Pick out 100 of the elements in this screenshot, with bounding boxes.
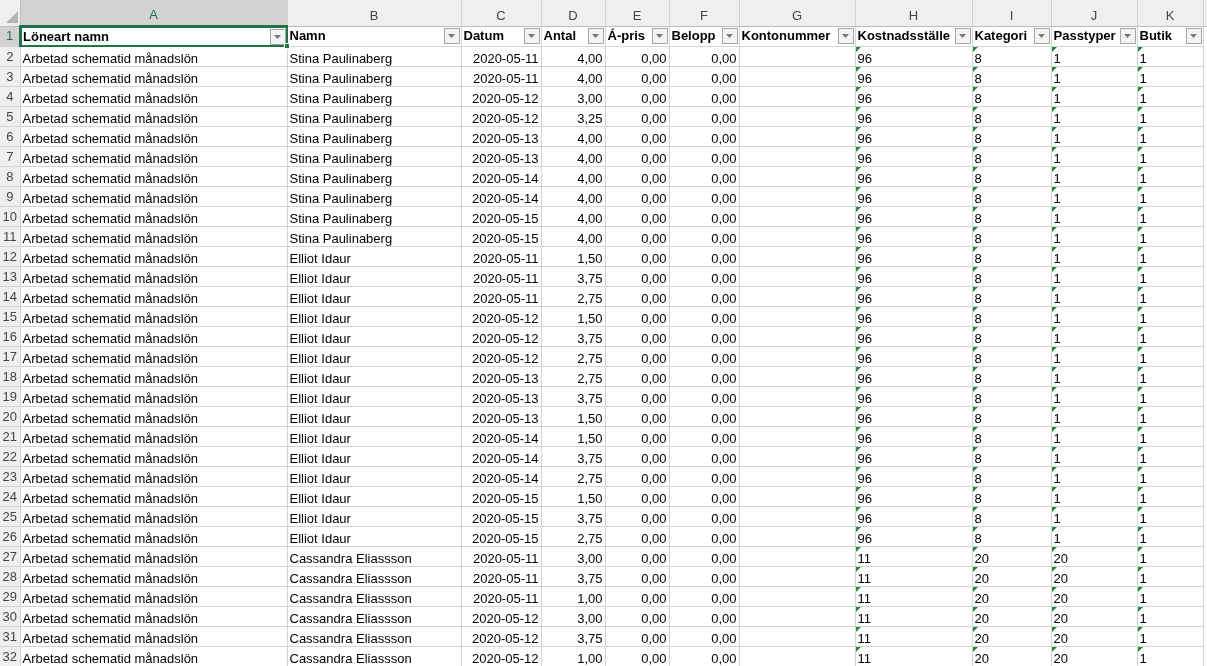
error-indicator-icon: [1137, 247, 1143, 252]
error-indicator-icon: [1051, 227, 1057, 232]
error-indicator-icon: [972, 147, 978, 152]
row-number[interactable]: 13: [0, 266, 20, 287]
row-number[interactable]: 11: [0, 226, 20, 247]
error-indicator-icon: [1051, 487, 1057, 492]
table-cell: 0,00: [711, 252, 737, 266]
column-letter[interactable]: A: [20, 0, 287, 26]
error-indicator-icon: [1137, 147, 1143, 152]
row-number[interactable]: 12: [0, 246, 20, 267]
row-number[interactable]: 16: [0, 326, 20, 347]
row-number[interactable]: 6: [0, 126, 20, 147]
table-cell: Arbetad schematid månadslön: [22, 432, 199, 446]
column-letter[interactable]: E: [605, 0, 669, 26]
row-number[interactable]: 2: [0, 46, 20, 67]
row-number[interactable]: 29: [0, 586, 20, 607]
filter-dropdown-button[interactable]: [443, 28, 460, 45]
column-letter[interactable]: D: [541, 0, 605, 26]
row-number[interactable]: 3: [0, 66, 20, 87]
table-cell: 96: [857, 432, 872, 446]
filter-dropdown-button[interactable]: [1119, 28, 1136, 45]
row-number[interactable]: 28: [0, 566, 20, 587]
filter-dropdown-button[interactable]: [587, 28, 604, 45]
table-cell: 1: [1139, 512, 1147, 526]
table-cell: Arbetad schematid månadslön: [22, 212, 199, 226]
error-indicator-icon: [1051, 327, 1057, 332]
error-indicator-icon: [1137, 107, 1143, 112]
filter-dropdown-button[interactable]: [1033, 28, 1050, 45]
row-number[interactable]: 24: [0, 486, 20, 507]
filter-dropdown-button[interactable]: [837, 28, 854, 45]
column-letter[interactable]: C: [461, 0, 541, 26]
table-cell: 96: [857, 352, 872, 366]
row-number[interactable]: 26: [0, 526, 20, 547]
row-number[interactable]: 20: [0, 406, 20, 427]
error-indicator-icon: [1051, 467, 1057, 472]
row-number[interactable]: 19: [0, 386, 20, 407]
column-letter[interactable]: F: [669, 0, 739, 26]
row-number[interactable]: 14: [0, 286, 20, 307]
table-cell: 96: [857, 452, 872, 466]
filter-dropdown-button[interactable]: [269, 28, 286, 45]
row-number[interactable]: 9: [0, 186, 20, 207]
filter-dropdown-button[interactable]: [1185, 28, 1202, 45]
column-header: Á-pris: [607, 28, 646, 45]
table-cell: 1: [1139, 572, 1147, 586]
row-number[interactable]: 18: [0, 366, 20, 387]
table-cell: 1: [1139, 52, 1147, 66]
filter-dropdown-button[interactable]: [523, 28, 540, 45]
row-number[interactable]: 31: [0, 626, 20, 647]
column-letter[interactable]: K: [1137, 0, 1203, 26]
column-letter[interactable]: G: [739, 0, 855, 26]
row-number[interactable]: 8: [0, 166, 20, 187]
row-number[interactable]: 10: [0, 206, 20, 227]
row-number[interactable]: 4: [0, 86, 20, 107]
table-cell: 2020-05-14: [472, 452, 539, 466]
row-number[interactable]: 21: [0, 426, 20, 447]
row-number[interactable]: 23: [0, 466, 20, 487]
row-number[interactable]: 5: [0, 106, 20, 127]
table-cell: 1: [1053, 72, 1061, 86]
filter-dropdown-button[interactable]: [954, 28, 971, 45]
table-cell: 0,00: [641, 272, 667, 286]
table-cell: Cassandra Eliassson: [289, 632, 412, 646]
table-cell: 3,75: [577, 632, 603, 646]
column-letter[interactable]: I: [972, 0, 1051, 26]
table-cell: 96: [857, 132, 872, 146]
row-number[interactable]: 27: [0, 546, 20, 567]
error-indicator-icon: [972, 107, 978, 112]
error-indicator-icon: [1051, 527, 1057, 532]
table-cell: 2020-05-13: [472, 152, 539, 166]
table-cell: 96: [857, 312, 872, 326]
table-cell: 2020-05-14: [472, 472, 539, 486]
column-letter[interactable]: J: [1051, 0, 1137, 26]
table-cell: Arbetad schematid månadslön: [22, 272, 199, 286]
table-cell: 1: [1053, 192, 1061, 206]
error-indicator-icon: [855, 447, 861, 452]
error-indicator-icon: [1137, 187, 1143, 192]
error-indicator-icon: [972, 127, 978, 132]
table-cell: 2020-05-12: [472, 652, 539, 666]
row-number[interactable]: 25: [0, 506, 20, 527]
table-cell: 2020-05-11: [472, 52, 539, 66]
row-number[interactable]: 7: [0, 146, 20, 167]
table-cell: 3,75: [577, 392, 603, 406]
table-cell: 0,00: [711, 632, 737, 646]
filter-dropdown-button[interactable]: [721, 28, 738, 45]
row-number[interactable]: 22: [0, 446, 20, 467]
row-number[interactable]: 32: [0, 646, 20, 666]
filter-dropdown-button[interactable]: [651, 28, 668, 45]
table-cell: 8: [974, 352, 982, 366]
table-cell: 2020-05-11: [472, 552, 539, 566]
table-cell: 2020-05-12: [472, 332, 539, 346]
row-number[interactable]: 17: [0, 346, 20, 367]
error-indicator-icon: [972, 87, 978, 92]
table-cell: 0,00: [641, 92, 667, 106]
table-cell: 1: [1139, 452, 1147, 466]
row-number[interactable]: 30: [0, 606, 20, 627]
column-letter[interactable]: H: [855, 0, 972, 26]
row-number[interactable]: 1: [0, 26, 20, 47]
column-letter[interactable]: B: [287, 0, 461, 26]
table-cell: 3,00: [577, 612, 603, 626]
row-number[interactable]: 15: [0, 306, 20, 327]
error-indicator-icon: [1137, 507, 1143, 512]
